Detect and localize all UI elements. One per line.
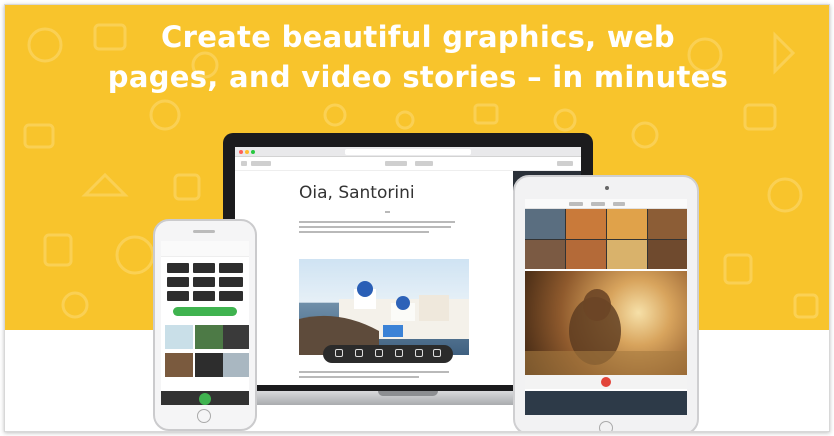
photo-grid-thumbnails	[525, 209, 687, 269]
menu-icon[interactable]	[241, 161, 247, 166]
page-title[interactable]: Oia, Santorini	[299, 183, 415, 203]
marketing-banner-frame: Create beautiful graphics, web pages, an…	[4, 4, 830, 432]
split-icon[interactable]	[395, 349, 403, 357]
share-button[interactable]	[415, 161, 433, 166]
text-icon[interactable]	[355, 349, 363, 357]
timeline-strip[interactable]	[525, 391, 687, 415]
tablet-tab-bar	[525, 199, 687, 209]
minimize-dot-icon[interactable]	[245, 150, 249, 154]
photo-icon[interactable]	[335, 349, 343, 357]
record-button[interactable]	[601, 377, 611, 387]
phone-device	[153, 219, 257, 431]
story-thumbnail[interactable]	[195, 353, 223, 377]
close-dot-icon[interactable]	[239, 150, 243, 154]
story-thumbnail[interactable]	[223, 325, 249, 349]
santorini-illustration	[299, 281, 469, 355]
headline: Create beautiful graphics, web pages, an…	[5, 17, 829, 97]
laptop-notch	[378, 391, 438, 396]
theme-tile[interactable]	[219, 263, 243, 273]
home-button[interactable]	[599, 421, 613, 431]
add-button[interactable]	[199, 393, 211, 405]
zoom-dot-icon[interactable]	[251, 150, 255, 154]
body-text-line	[299, 371, 449, 373]
photo-grid[interactable]	[525, 209, 687, 269]
headline-line-1: Create beautiful graphics, web	[161, 20, 675, 54]
theme-tile[interactable]	[193, 277, 215, 287]
phone-header	[161, 241, 249, 257]
story-thumbnail[interactable]	[165, 325, 193, 349]
body-text-line	[299, 221, 455, 223]
theme-tile[interactable]	[193, 263, 215, 273]
home-button[interactable]	[197, 409, 211, 423]
video-preview[interactable]	[525, 271, 687, 375]
story-thumbnail[interactable]	[165, 353, 193, 377]
girl-silhouette	[525, 289, 687, 375]
theme-tile[interactable]	[193, 291, 215, 301]
body-text-line	[299, 376, 419, 378]
app-logo	[251, 161, 271, 166]
options-button[interactable]	[557, 161, 573, 166]
call-to-action-button[interactable]	[173, 307, 237, 316]
address-bar[interactable]	[345, 149, 471, 155]
button-icon[interactable]	[375, 349, 383, 357]
divider-mark	[385, 211, 390, 213]
headline-line-2: pages, and video stories – in minutes	[107, 60, 729, 94]
theme-tile[interactable]	[219, 291, 243, 301]
story-thumbnail[interactable]	[223, 353, 249, 377]
camera-icon	[605, 186, 609, 190]
tab-layouts[interactable]	[569, 202, 583, 206]
theme-tile[interactable]	[167, 263, 189, 273]
theme-tile[interactable]	[219, 277, 243, 287]
preview-button[interactable]	[385, 161, 407, 166]
body-text-line	[299, 231, 429, 233]
browser-bar	[235, 147, 581, 157]
santorini-photo[interactable]	[299, 259, 469, 355]
app-toolbar	[235, 157, 581, 171]
video-icon[interactable]	[433, 349, 441, 357]
tab-themes[interactable]	[591, 202, 605, 206]
theme-tile[interactable]	[167, 277, 189, 287]
speaker-grille	[193, 230, 215, 233]
tablet-device	[513, 175, 699, 431]
story-thumbnail[interactable]	[195, 325, 223, 349]
editor-toolbar	[323, 345, 453, 363]
theme-tile[interactable]	[167, 291, 189, 301]
body-text-line	[299, 226, 451, 228]
phone-screen	[161, 241, 249, 405]
glideshow-icon[interactable]	[415, 349, 423, 357]
tablet-screen	[525, 199, 687, 415]
tab-music[interactable]	[613, 202, 625, 206]
